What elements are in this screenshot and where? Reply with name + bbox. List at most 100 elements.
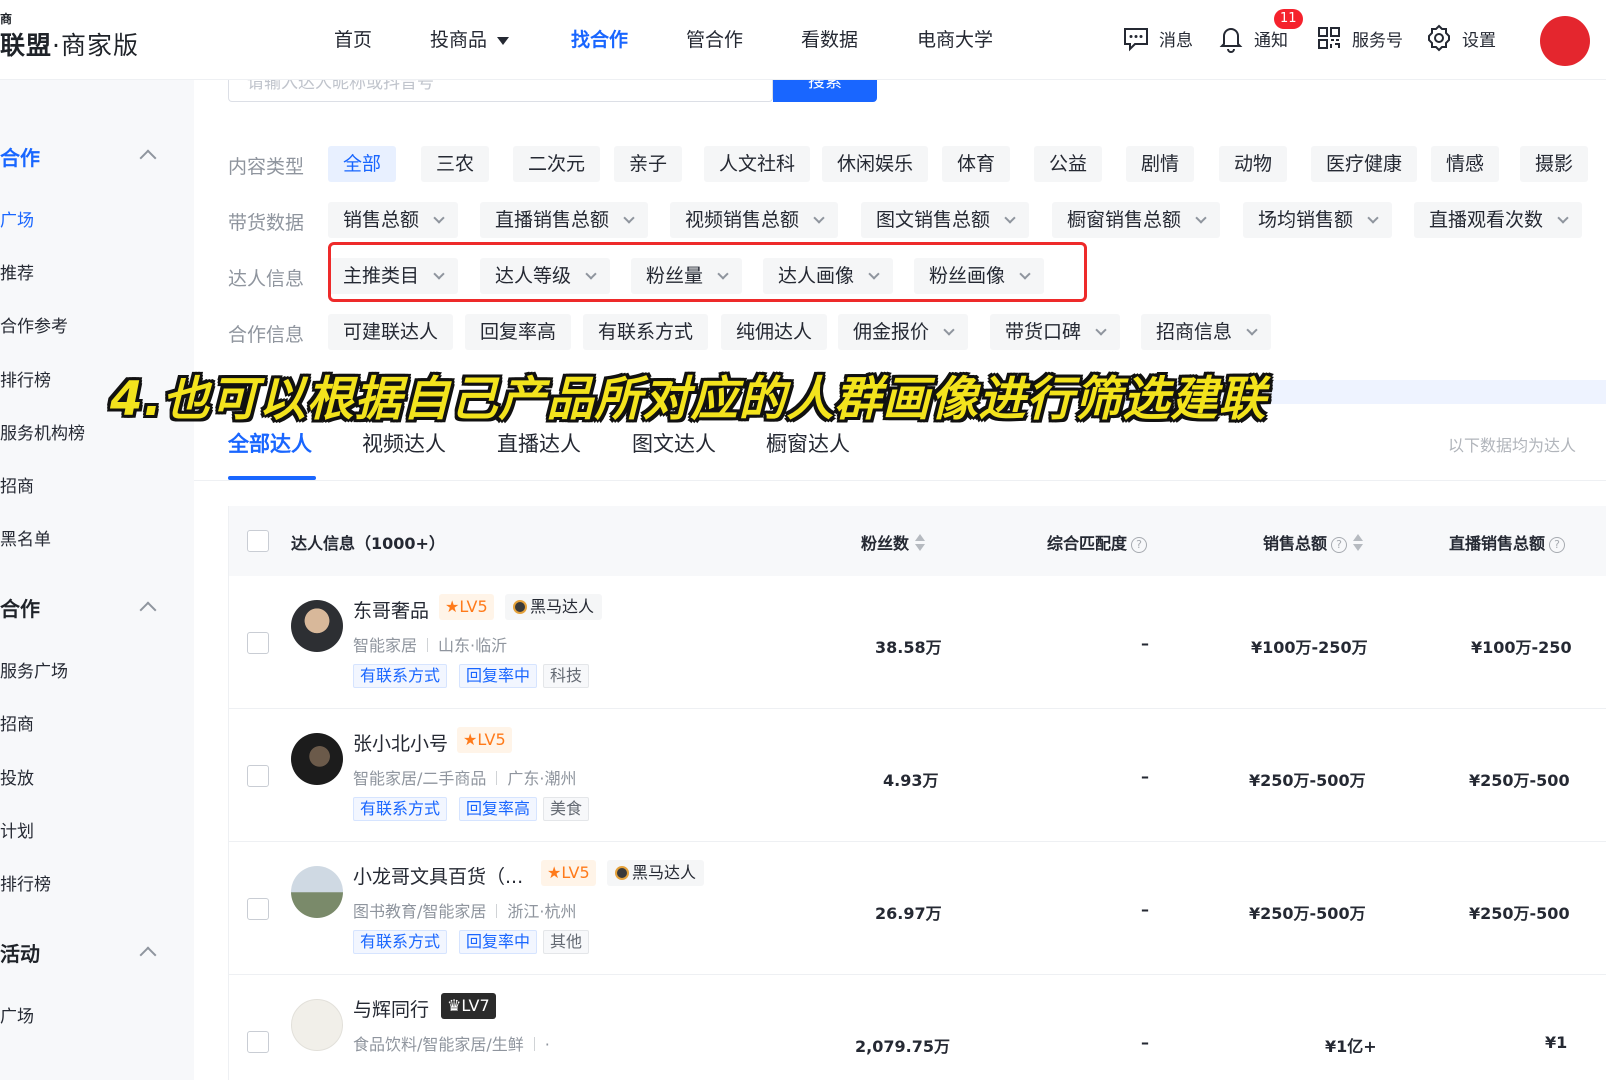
chevron-up-icon[interactable] — [139, 601, 157, 619]
sidebar-group-3[interactable]: 活动 — [0, 938, 40, 967]
fans-value: 38.58万 — [875, 638, 942, 657]
sidebar-item[interactable]: 广场 — [0, 206, 34, 231]
avatar[interactable] — [291, 866, 343, 918]
filter-chip[interactable]: 情感 — [1431, 146, 1500, 182]
sidebar-item[interactable]: 服务广场 — [0, 657, 68, 682]
nav-find-coop[interactable]: 找合作 — [571, 25, 628, 52]
filter-chip[interactable]: 公益 — [1034, 146, 1103, 182]
filter-dropdown[interactable]: 招商信息 — [1141, 314, 1272, 350]
chevron-up-icon[interactable] — [139, 149, 157, 167]
sidebar-item[interactable]: 招商 — [0, 710, 34, 735]
filter-chip[interactable]: 休闲娱乐 — [822, 146, 929, 182]
filter-dropdown[interactable]: 直播观看次数 — [1414, 202, 1583, 238]
table-row[interactable]: 与辉同行 ♛LV7 食品饮料/智能家居/生鲜 · 2,079.75万 – ¥1亿+… — [229, 975, 1606, 1080]
creator-name[interactable]: 与辉同行 — [353, 995, 429, 1022]
avatar[interactable] — [291, 999, 343, 1051]
brand-logo[interactable]: 联盟·商家版 — [0, 26, 139, 62]
filter-dropdown[interactable]: 场均销售额 — [1243, 202, 1393, 238]
row-checkbox[interactable] — [247, 898, 269, 920]
creator-name[interactable]: 小龙哥文具百货（... — [353, 862, 523, 889]
sidebar-group-2[interactable]: 合作 — [0, 593, 40, 622]
nav-products[interactable]: 投商品 — [430, 25, 510, 52]
tab-video-creators[interactable]: 视频达人 — [362, 428, 446, 458]
chevron-up-icon[interactable] — [139, 946, 157, 964]
creator-meta: 智能家居 山东·临沂 — [353, 632, 507, 656]
filter-chip[interactable]: 人文社科 — [704, 146, 811, 182]
filter-chip[interactable]: 剧情 — [1126, 146, 1195, 182]
filter-chip[interactable]: 三农 — [421, 146, 490, 182]
sidebar-item[interactable]: 投放 — [0, 764, 34, 789]
filter-dropdown-label: 直播销售总额 — [495, 209, 610, 231]
sidebar-item[interactable]: 招商 — [0, 472, 34, 497]
filter-chip[interactable]: 全部 — [328, 146, 397, 182]
sidebar-group-1[interactable]: 合作 — [0, 142, 40, 171]
creator-name[interactable]: 张小北小号 — [353, 729, 448, 756]
filter-chip[interactable]: 医疗健康 — [1311, 146, 1418, 182]
messages-button[interactable]: 消息 — [1121, 20, 1193, 56]
creator-location: 广东·潮州 — [507, 769, 577, 788]
filter-dropdown-label: 佣金报价 — [853, 321, 930, 343]
avatar[interactable] — [291, 600, 343, 652]
sort-icon[interactable] — [915, 534, 926, 552]
nav-home[interactable]: 首页 — [334, 25, 372, 52]
filter-chip[interactable]: 有联系方式 — [583, 314, 709, 350]
badge-text: 黑马达人 — [632, 863, 697, 882]
row-checkbox[interactable] — [247, 765, 269, 787]
sidebar-item[interactable]: 广场 — [0, 1002, 34, 1027]
help-icon[interactable]: ? — [1331, 537, 1348, 553]
notifications-button[interactable]: 通知 11 — [1216, 9, 1303, 56]
filter-chip[interactable]: 纯佣达人 — [721, 314, 828, 350]
sidebar-item[interactable]: 合作参考 — [0, 312, 68, 337]
sidebar-item[interactable]: 排行榜 — [0, 366, 51, 391]
filter-dropdown[interactable]: 直播销售总额 — [480, 202, 649, 238]
avatar[interactable] — [291, 733, 343, 785]
nav-data[interactable]: 看数据 — [801, 25, 858, 52]
table-row[interactable]: 张小北小号 ★LV5 智能家居/二手商品 广东·潮州 有联系方式 回复率高 美食 … — [229, 709, 1606, 842]
table-row[interactable]: 小龙哥文具百货（... ★LV5 黑马达人 图书教育/智能家居 浙江·杭州 有联系… — [229, 842, 1606, 975]
filter-dropdown[interactable]: 带货口碑 — [990, 314, 1121, 350]
settings-button[interactable]: 设置 — [1424, 20, 1496, 56]
filter-dropdown[interactable]: 视频销售总额 — [670, 202, 839, 238]
filter-dropdown[interactable]: 图文销售总额 — [861, 202, 1030, 238]
tab-all-creators[interactable]: 全部达人 — [228, 428, 312, 458]
message-icon — [1124, 28, 1148, 52]
help-icon[interactable]: ? — [1131, 537, 1148, 553]
header-fans[interactable]: 粉丝数 — [861, 530, 926, 554]
chevron-down-icon — [1095, 324, 1107, 336]
row-checkbox[interactable] — [247, 632, 269, 654]
creator-name[interactable]: 东哥奢品 — [353, 596, 429, 623]
row-checkbox[interactable] — [247, 1031, 269, 1053]
caret-down-icon — [497, 36, 510, 45]
filter-chip[interactable]: 亲子 — [614, 146, 683, 182]
filter-dropdown[interactable]: 佣金报价 — [838, 314, 969, 350]
filter-chip[interactable]: 回复率高 — [465, 314, 572, 350]
filter-dropdown[interactable]: 销售总额 — [328, 202, 459, 238]
level-badge: ★LV5 — [541, 860, 596, 886]
header-sales[interactable]: 销售总额? — [1263, 530, 1364, 554]
filter-chip[interactable]: 二次元 — [513, 146, 601, 182]
sidebar-item[interactable]: 推荐 — [0, 259, 34, 284]
select-all-checkbox[interactable] — [247, 530, 269, 552]
sidebar-item[interactable]: 服务机构榜 — [0, 419, 85, 444]
sidebar-item[interactable]: 黑名单 — [0, 525, 51, 550]
tab-live-creators[interactable]: 直播达人 — [497, 428, 581, 458]
creator-meta: 智能家居/二手商品 广东·潮州 — [353, 765, 577, 789]
sidebar-item[interactable]: 排行榜 — [0, 870, 51, 895]
sidebar-item[interactable]: 计划 — [0, 817, 34, 842]
table-row[interactable]: 东哥奢品 ★LV5 黑马达人 智能家居 山东·临沂 有联系方式 回复率中 科技 3… — [229, 576, 1606, 709]
nav-university[interactable]: 电商大学 — [917, 25, 993, 52]
filter-chip[interactable]: 摄影 — [1520, 146, 1589, 182]
tab-graphic-creators[interactable]: 图文达人 — [632, 428, 716, 458]
filter-chip[interactable]: 可建联达人 — [328, 314, 454, 350]
chevron-down-icon — [1246, 324, 1258, 336]
nav-manage-coop[interactable]: 管合作 — [686, 25, 743, 52]
help-icon[interactable]: ? — [1549, 537, 1566, 553]
filter-chip[interactable]: 动物 — [1219, 146, 1288, 182]
tab-showcase-creators[interactable]: 橱窗达人 — [766, 428, 850, 458]
sort-icon[interactable] — [1353, 534, 1364, 552]
service-account-button[interactable]: 服务号 — [1314, 20, 1403, 56]
user-avatar[interactable] — [1540, 16, 1590, 66]
filter-chip[interactable]: 体育 — [942, 146, 1011, 182]
filter-dropdown[interactable]: 橱窗销售总额 — [1052, 202, 1221, 238]
dark-horse-badge: 黑马达人 — [607, 860, 705, 886]
